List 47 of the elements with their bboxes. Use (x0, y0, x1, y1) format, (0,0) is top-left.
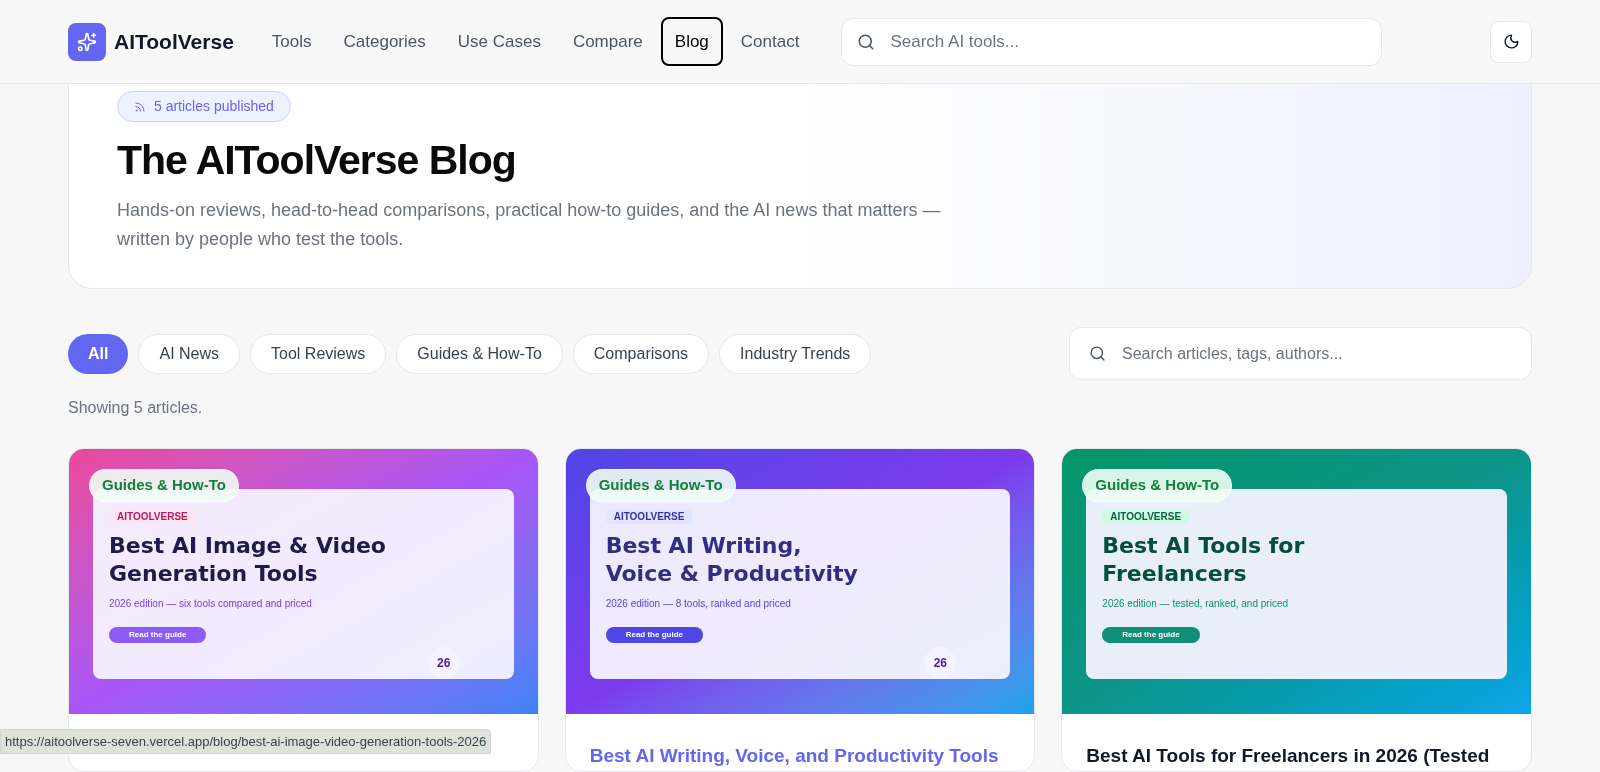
search-icon (857, 32, 876, 51)
article-card[interactable]: Guides & How-To AITOOLVERSE Best AI Writing, Voice & Productivity 2026 edition — 8 tools, ranked and priced Read the guide 26 Best AI Writing, Voice, and Productivity Tools (564, 448, 1036, 772)
moon-icon (1502, 33, 1520, 50)
article-card[interactable]: Guides & How-To AITOOLVERSE Best AI Tools for Freelancers 2026 edition — tested, ranked, and priced Read the guide Best AI Tools for Freelancers in 2026 (Tested (1061, 448, 1532, 772)
link-preview-status: https://aitoolverse-seven.vercel.app/blog/best-ai-image-video-generation-tools-2026 (0, 728, 492, 754)
image-headline: Voice & Productivity (605, 560, 859, 588)
article-title[interactable]: Best AI Writing, Voice, and Productivity Tools (589, 745, 999, 766)
nav-link[interactable]: Categories (329, 16, 440, 67)
filter-chip[interactable]: Industry Trends (719, 333, 872, 374)
filter-chip[interactable]: All (68, 333, 129, 374)
image-headline: Freelancers (1102, 560, 1248, 588)
filter-chip[interactable]: Tool Reviews (250, 333, 387, 374)
article-search-field[interactable]: Search articles, tags, authors... (1069, 327, 1532, 380)
brand-tag: AITOOLVERSE (605, 509, 693, 524)
search-field[interactable]: Search AI tools... (841, 17, 1383, 66)
nav-link[interactable]: Blog (660, 16, 723, 67)
nav-link[interactable]: Use Cases (443, 16, 555, 67)
filter-chip[interactable]: Comparisons (572, 333, 710, 374)
image-button: Read the guide (1102, 627, 1200, 643)
published-badge: 5 articles published (117, 91, 291, 122)
image-button: Read the guide (109, 627, 207, 643)
category-badge[interactable]: Guides & How-To (89, 469, 239, 502)
hero-title: The AIToolVerse Blog (117, 136, 516, 185)
image-subtitle: 2026 edition — tested, ranked, and priced (1102, 597, 1289, 611)
category-badge[interactable]: Guides & How-To (1082, 469, 1233, 502)
nav-link[interactable]: Contact (726, 16, 814, 67)
brand-tag: AITOOLVERSE (1102, 509, 1190, 524)
image-headline: Generation Tools (109, 560, 319, 588)
image-headline: Best AI Writing, (605, 532, 803, 560)
filter-chip[interactable]: Guides & How-To (396, 333, 563, 374)
nav-link[interactable]: Tools (257, 16, 326, 67)
logo-icon[interactable] (68, 22, 106, 61)
image-subtitle: 2026 edition — 8 tools, ranked and priced (605, 597, 792, 611)
brand-name[interactable]: AIToolVerse (114, 25, 234, 58)
result-count: Showing 5 articles. (68, 398, 204, 418)
filter-chip[interactable]: AI News (138, 333, 241, 374)
search-icon (1089, 345, 1106, 362)
image-button: Read the guide (605, 627, 703, 643)
category-badge[interactable]: Guides & How-To (585, 469, 736, 502)
article-title[interactable]: Best AI Tools for Freelancers in 2026 (Tested (1086, 745, 1490, 766)
image-headline: Best AI Tools for (1102, 532, 1306, 560)
image-subtitle: 2026 edition — six tools compared and priced (109, 597, 313, 611)
image-headline: Best AI Image & Video (109, 532, 387, 560)
brand-tag: AITOOLVERSE (109, 509, 196, 524)
hero-description: Hands-on reviews, head-to-head comparisons, practical how-to guides, and the AI news that matters — written by people who test the tools. (117, 198, 942, 251)
nav-link[interactable]: Compare (558, 16, 657, 67)
theme-toggle-button[interactable] (1490, 20, 1532, 63)
